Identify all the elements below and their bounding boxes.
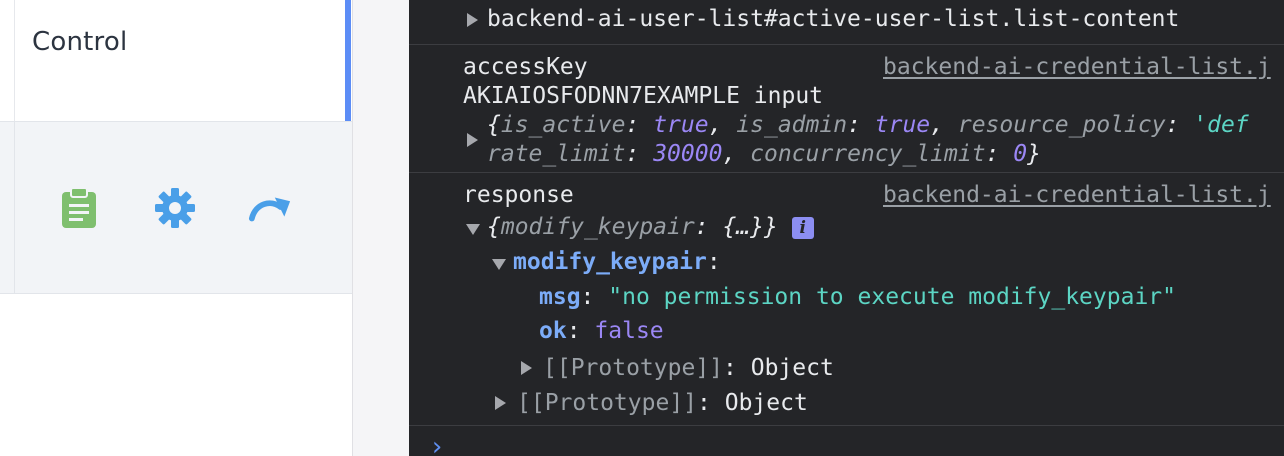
log-value: AKIAIOSFODNN7EXAMPLE input <box>463 83 824 109</box>
expand-triangle-icon[interactable] <box>467 13 478 27</box>
element-node[interactable]: backend-ai-user-list#active-user-list.li… <box>487 5 1179 34</box>
log-label: accessKey <box>463 54 588 80</box>
console-entry: accessKey backend-ai-credential-list.j A… <box>409 45 1284 173</box>
prototype-inner[interactable]: [[Prototype]]: Object <box>543 354 834 383</box>
devtools-console: backend-ai-user-list#active-user-list.li… <box>409 0 1284 456</box>
source-link[interactable]: backend-ai-credential-list.j <box>883 181 1271 210</box>
object-summary[interactable]: {modify_keypair: {…}} i <box>487 213 814 242</box>
console-entry: response backend-ai-credential-list.j {m… <box>409 173 1284 426</box>
console-entry: backend-ai-user-list#active-user-list.li… <box>409 0 1284 45</box>
gear-icon[interactable] <box>153 186 197 230</box>
expand-triangle-icon[interactable] <box>495 396 506 410</box>
info-icon[interactable]: i <box>791 216 814 239</box>
property-ok: ok: false <box>539 318 664 344</box>
object-preview-line1[interactable]: {is_active: true, is_admin: true, resour… <box>487 111 1249 140</box>
app-panel: Control <box>0 0 352 456</box>
control-column-header: Control <box>32 27 128 57</box>
clipboard-icon[interactable] <box>57 186 101 230</box>
column-resize-handle[interactable] <box>345 0 351 121</box>
source-link[interactable]: backend-ai-credential-list.j <box>883 53 1271 82</box>
console-prompt-icon[interactable]: › <box>429 434 445 456</box>
header-cell <box>14 0 349 121</box>
redo-arrow-icon[interactable] <box>248 186 292 230</box>
expand-triangle-icon[interactable] <box>521 361 532 375</box>
collapse-triangle-icon[interactable] <box>492 259 506 270</box>
object-preview-line2: rate_limit: 30000, concurrency_limit: 0} <box>487 141 1041 167</box>
row-divider <box>14 122 15 293</box>
panel-gutter <box>352 0 410 456</box>
property-msg: msg: "no permission to execute modify_ke… <box>539 284 1176 310</box>
prototype-outer[interactable]: [[Prototype]]: Object <box>517 389 808 418</box>
log-label: response <box>463 182 574 208</box>
expand-triangle-icon[interactable] <box>467 133 478 147</box>
table-row <box>0 121 352 294</box>
property-key[interactable]: modify_keypair: <box>513 248 721 277</box>
collapse-triangle-icon[interactable] <box>466 224 480 235</box>
